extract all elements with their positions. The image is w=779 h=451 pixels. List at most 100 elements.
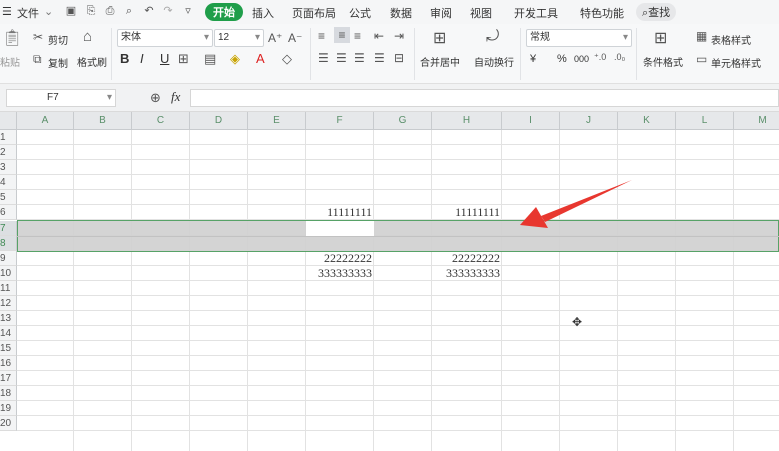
distributed-icon[interactable]: ⊟: [394, 51, 404, 65]
column-header-f[interactable]: F: [306, 112, 374, 130]
column-header-i[interactable]: I: [502, 112, 560, 130]
row-header-2[interactable]: 2: [0, 145, 17, 160]
row-header-18[interactable]: 18: [0, 386, 17, 401]
wrap-text-button[interactable]: 自动换行: [474, 54, 514, 69]
cell-f6[interactable]: 11111111: [327, 205, 372, 220]
zoom-icon[interactable]: ⊕: [150, 90, 161, 106]
percent-button[interactable]: %: [557, 53, 567, 65]
row-header-17[interactable]: 17: [0, 371, 17, 386]
column-header-k[interactable]: K: [618, 112, 676, 130]
tab-data[interactable]: 数据: [390, 5, 412, 21]
fill-pattern-icon[interactable]: ▤: [204, 51, 216, 67]
row-header-14[interactable]: 14: [0, 326, 17, 341]
bold-button[interactable]: B: [120, 51, 129, 66]
search-button[interactable]: ⌕查找: [636, 3, 677, 21]
paste-button[interactable]: 粘贴: [0, 54, 20, 69]
row-header-3[interactable]: 3: [0, 160, 17, 175]
column-header-b[interactable]: B: [74, 112, 132, 130]
tab-special[interactable]: 特色功能: [580, 5, 624, 21]
font-name-select[interactable]: 宋体 ▾: [117, 29, 213, 47]
export-icon[interactable]: ⎘: [84, 4, 98, 18]
align-top-icon[interactable]: ≡: [318, 29, 325, 43]
align-center-icon[interactable]: ☰: [336, 51, 347, 65]
copy-icon[interactable]: ⧉: [33, 52, 42, 67]
row-header-11[interactable]: 11: [0, 281, 17, 296]
font-size-select[interactable]: 12 ▾: [214, 29, 264, 47]
row-header-16[interactable]: 16: [0, 356, 17, 371]
table-style-icon[interactable]: ▦: [696, 29, 707, 43]
number-format-select[interactable]: 常规 ▾: [526, 29, 632, 47]
fill-color-icon[interactable]: ◈: [230, 51, 240, 67]
row-header-7[interactable]: 7: [0, 221, 17, 236]
cell-style-icon[interactable]: ▭: [696, 52, 707, 66]
row-header-12[interactable]: 12: [0, 296, 17, 311]
align-bottom-icon[interactable]: ≡: [354, 29, 361, 43]
redo-icon[interactable]: ↷: [161, 4, 175, 18]
format-painter-button[interactable]: 格式刷: [77, 54, 107, 69]
cell-f9[interactable]: 22222222: [324, 251, 372, 266]
row-header-5[interactable]: 5: [0, 190, 17, 205]
tab-formula[interactable]: 公式: [349, 5, 371, 21]
indent-increase-icon[interactable]: ⇥: [394, 29, 404, 43]
column-header-g[interactable]: G: [374, 112, 432, 130]
decrease-decimal-icon[interactable]: .0₀: [614, 52, 625, 62]
spreadsheet-grid[interactable]: A B C D E F G H I J K L M 1 2 3 4 5 6 7 8 9 10 11 12 13 14 15 16 17 18…: [0, 112, 779, 451]
print-preview-icon[interactable]: ⌕: [122, 4, 136, 18]
conditional-format-button[interactable]: 条件格式: [643, 54, 683, 69]
customize-icon[interactable]: ▿: [181, 4, 195, 18]
column-header-e[interactable]: E: [248, 112, 306, 130]
paste-icon[interactable]: 📋︎: [2, 28, 22, 48]
copy-button[interactable]: 复制: [48, 55, 68, 70]
currency-button[interactable]: ¥: [530, 53, 536, 65]
table-style-button[interactable]: 表格样式: [711, 32, 751, 47]
row-header-1[interactable]: 1: [0, 130, 17, 145]
row-header-10[interactable]: 10: [0, 266, 17, 281]
column-header-j[interactable]: J: [560, 112, 618, 130]
row-header-4[interactable]: 4: [0, 175, 17, 190]
clear-format-icon[interactable]: ◇: [282, 51, 292, 67]
column-header-d[interactable]: D: [190, 112, 248, 130]
row-header-8[interactable]: 8: [0, 236, 17, 251]
align-left-icon[interactable]: ☰: [318, 51, 329, 65]
file-menu[interactable]: 文件: [17, 5, 39, 21]
justify-icon[interactable]: ☰: [374, 51, 385, 65]
cut-button[interactable]: 剪切: [48, 32, 68, 47]
increase-font-icon[interactable]: A⁺: [268, 31, 282, 45]
indent-decrease-icon[interactable]: ⇤: [374, 29, 384, 43]
merge-center-button[interactable]: 合并居中: [420, 54, 460, 69]
active-cell[interactable]: [306, 221, 374, 236]
underline-button[interactable]: U: [160, 51, 169, 66]
select-all-corner[interactable]: [0, 112, 17, 130]
conditional-format-icon[interactable]: ⊞: [654, 28, 667, 48]
undo-icon[interactable]: ↶: [142, 4, 156, 18]
row-header-20[interactable]: 20: [0, 416, 17, 431]
tab-home[interactable]: 开始: [205, 3, 243, 21]
merge-center-icon[interactable]: ⊞: [433, 28, 446, 48]
column-header-m[interactable]: M: [734, 112, 779, 130]
border-icon[interactable]: ⊞: [178, 51, 189, 67]
cell-h9[interactable]: 22222222: [452, 251, 500, 266]
menu-icon[interactable]: ☰: [2, 5, 12, 18]
italic-button[interactable]: I: [140, 51, 144, 66]
column-header-l[interactable]: L: [676, 112, 734, 130]
row-header-19[interactable]: 19: [0, 401, 17, 416]
increase-decimal-icon[interactable]: ⁺.0: [594, 52, 606, 63]
tab-insert[interactable]: 插入: [252, 5, 274, 21]
function-button[interactable]: fx: [171, 89, 180, 105]
column-header-c[interactable]: C: [132, 112, 190, 130]
name-box[interactable]: F7 ▾: [6, 89, 116, 107]
format-painter-icon[interactable]: ⌂: [83, 28, 92, 45]
save-icon[interactable]: ▣: [64, 4, 78, 18]
font-color-icon[interactable]: A: [256, 51, 265, 66]
tab-view[interactable]: 视图: [470, 5, 492, 21]
tab-developer[interactable]: 开发工具: [514, 5, 558, 21]
print-icon[interactable]: ⎙: [103, 4, 117, 18]
formula-input[interactable]: [190, 89, 779, 107]
cut-icon[interactable]: ✂: [33, 30, 43, 44]
column-header-a[interactable]: A: [17, 112, 74, 130]
decrease-font-icon[interactable]: A⁻: [288, 31, 302, 45]
tab-review[interactable]: 审阅: [430, 5, 452, 21]
wrap-text-icon[interactable]: ⤾: [486, 28, 499, 46]
tab-page-layout[interactable]: 页面布局: [292, 5, 336, 21]
row-header-9[interactable]: 9: [0, 251, 17, 266]
